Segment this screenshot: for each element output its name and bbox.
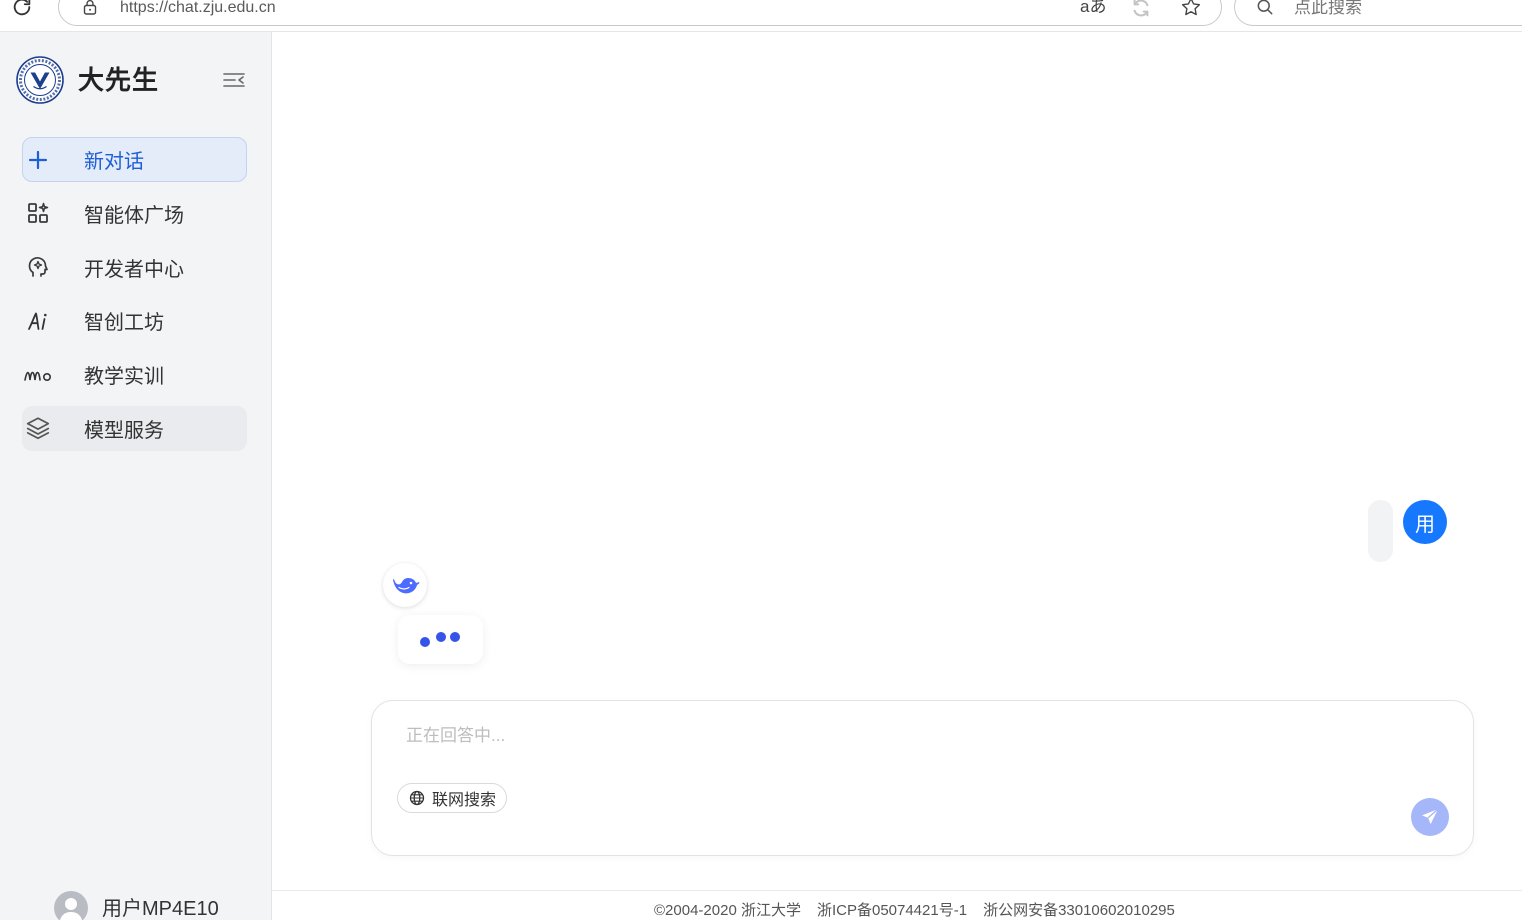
- user-profile[interactable]: 用户MP4E10: [0, 891, 271, 920]
- user-name[interactable]: 用户MP4E10: [102, 897, 219, 920]
- web-search-label: 联网搜索: [432, 792, 497, 809]
- sidebar-item-model-service[interactable]: 模型服务: [22, 405, 247, 451]
- bot-avatar: [383, 563, 427, 607]
- sidebar-item-label: 模型服务: [84, 419, 164, 442]
- loading-dot: [450, 632, 460, 642]
- search-icon[interactable]: [1255, 0, 1275, 17]
- layers-icon: [23, 413, 53, 443]
- apps-icon: [23, 198, 53, 228]
- sidebar: 大先生 新对话 智能体广场 开发者中心 智创工坊 教学实训 模型服务 用户MP4…: [0, 32, 272, 920]
- message-input[interactable]: [406, 724, 1406, 748]
- user-avatar: 用: [1403, 500, 1447, 544]
- new-chat-button[interactable]: 新对话: [22, 137, 247, 182]
- wave-icon: [23, 360, 53, 390]
- plus-icon: [23, 145, 53, 175]
- new-chat-label: 新对话: [84, 151, 144, 173]
- message-composer: 联网搜索: [371, 700, 1474, 856]
- avatar[interactable]: [54, 891, 88, 920]
- browser-toolbar: https://chat.zju.edu.cn aあ: [0, 0, 1522, 32]
- user-message-bubble: [1368, 500, 1393, 562]
- browser-search-input[interactable]: [1294, 0, 1494, 18]
- favorite-star-icon[interactable]: [1180, 0, 1202, 18]
- sidebar-item-label: 开发者中心: [84, 258, 184, 281]
- footer-icp-link[interactable]: 浙ICP备05074421号-1: [817, 902, 967, 920]
- sidebar-item-teaching-training[interactable]: 教学实训: [22, 352, 247, 397]
- reload-icon[interactable]: [11, 0, 33, 18]
- send-button[interactable]: [1411, 798, 1449, 836]
- sidebar-item-label: 智能体广场: [84, 204, 184, 227]
- send-plane-icon: [1420, 807, 1440, 827]
- sidebar-nav: 新对话 智能体广场 开发者中心 智创工坊 教学实训 模型服务: [22, 137, 247, 451]
- sidebar-item-label: 智创工坊: [84, 312, 164, 335]
- url-text[interactable]: https://chat.zju.edu.cn: [120, 0, 276, 18]
- footer: ©2004-2020 浙江大学 浙ICP备05074421号-1 浙公网安备33…: [654, 902, 1175, 920]
- translate-icon[interactable]: aあ: [1080, 0, 1106, 17]
- collapse-sidebar-icon[interactable]: [223, 72, 245, 88]
- brand-title: 大先生: [78, 65, 160, 95]
- sidebar-item-developer-center[interactable]: 开发者中心: [22, 245, 247, 290]
- loading-dot: [420, 637, 430, 647]
- web-search-toggle[interactable]: 联网搜索: [397, 783, 507, 813]
- university-logo-icon[interactable]: [16, 56, 64, 104]
- footer-divider: [272, 890, 1522, 891]
- browser-search-box[interactable]: [1234, 0, 1522, 26]
- loading-dot: [436, 632, 446, 642]
- sidebar-item-creative-workshop[interactable]: 智创工坊: [22, 298, 247, 343]
- head-idea-icon: [23, 252, 53, 282]
- loading-indicator: [398, 615, 483, 664]
- lock-icon[interactable]: [83, 0, 97, 15]
- footer-police-link[interactable]: 浙公网安备33010602010295: [983, 902, 1175, 920]
- globe-icon: [409, 790, 425, 806]
- footer-copyright: ©2004-2020 浙江大学: [654, 902, 801, 919]
- chat-area: 用 联网搜索 ©2004-2020 浙江大学 浙ICP备05074421号-1 …: [272, 32, 1522, 920]
- ai-icon: [23, 306, 53, 336]
- address-bar[interactable]: https://chat.zju.edu.cn aあ: [58, 0, 1222, 26]
- sidebar-item-agent-plaza[interactable]: 智能体广场: [22, 191, 247, 236]
- sync-icon[interactable]: [1130, 0, 1152, 19]
- whale-icon: [390, 574, 420, 596]
- sidebar-item-label: 教学实训: [84, 366, 164, 388]
